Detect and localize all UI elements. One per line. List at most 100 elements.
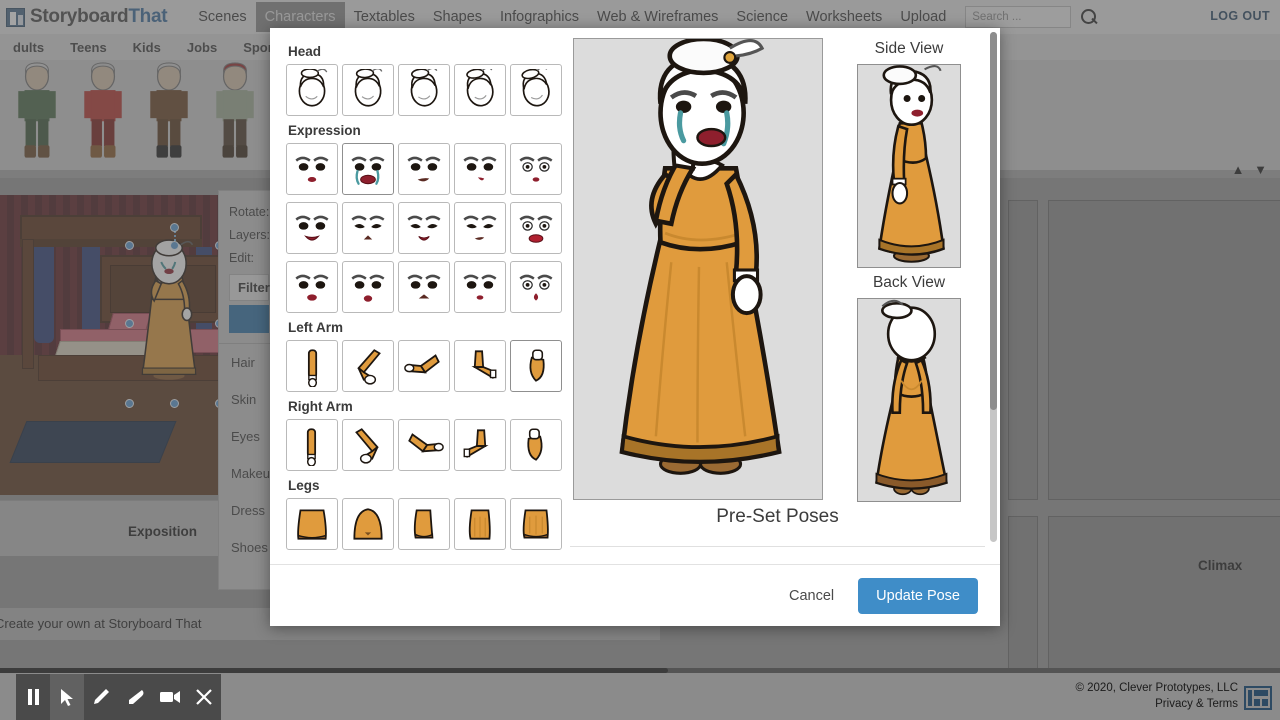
storyboard-logo-icon[interactable] (6, 7, 25, 27)
character-front-preview[interactable] (573, 38, 823, 500)
expression-option-15[interactable] (510, 261, 562, 313)
cancel-button[interactable]: Cancel (779, 580, 844, 612)
bed-curtain-left (34, 247, 54, 343)
expression-option-10[interactable] (510, 202, 562, 254)
highlighter-icon[interactable] (119, 674, 153, 720)
head-option-1[interactable] (286, 64, 338, 116)
expression-option-14[interactable] (454, 261, 506, 313)
strip-scroll-arrows[interactable]: ▲ ▼ (1232, 162, 1270, 177)
expression-option-4[interactable] (454, 143, 506, 195)
head-option-4[interactable] (454, 64, 506, 116)
expression-option-11[interactable] (286, 261, 338, 313)
legs-option-5[interactable] (510, 498, 562, 550)
right-arm-option-1[interactable] (286, 419, 338, 471)
character-thumb-knight-armor[interactable] (70, 62, 136, 166)
app-root: StoryboardThat Scenes Characters Textabl… (0, 0, 1280, 720)
update-pose-button[interactable]: Update Pose (858, 577, 978, 614)
resize-handle-tl[interactable] (125, 241, 134, 250)
rotate-handle[interactable] (170, 223, 179, 232)
filters-button[interactable]: Filters (229, 274, 277, 301)
video-progress-bar[interactable] (0, 668, 1280, 673)
head-option-5[interactable] (510, 64, 562, 116)
nav-item-scenes[interactable]: Scenes (189, 2, 255, 32)
expression-option-7[interactable] (342, 202, 394, 254)
expression-option-12[interactable] (342, 261, 394, 313)
storyboard-cell-2[interactable] (1048, 200, 1280, 500)
legs-option-4[interactable] (454, 498, 506, 550)
character-back-view[interactable] (857, 298, 961, 502)
option-row (286, 340, 570, 392)
head-option-3[interactable] (398, 64, 450, 116)
left-arm-option-2[interactable] (342, 340, 394, 392)
head-option-2[interactable] (342, 64, 394, 116)
expression-option-13[interactable] (398, 261, 450, 313)
edit-character-button[interactable] (229, 305, 269, 333)
storyboard-cell-3[interactable] (1048, 516, 1280, 670)
panel-item-dress[interactable]: Dress (229, 492, 269, 529)
option-row (286, 64, 570, 116)
expression-option-5[interactable] (510, 143, 562, 195)
pen-icon[interactable] (84, 674, 118, 720)
subnav-item-jobs[interactable]: Jobs (174, 40, 230, 55)
character-side-view[interactable] (857, 64, 961, 268)
resize-handle-tm[interactable] (170, 241, 179, 250)
legs-option-3[interactable] (398, 498, 450, 550)
resize-handle-bl[interactable] (125, 399, 134, 408)
subnav-item-kids[interactable]: Kids (120, 40, 174, 55)
expression-option-9[interactable] (454, 202, 506, 254)
storyboard-cell-narrow-1[interactable] (1008, 200, 1038, 500)
left-arm-option-1[interactable] (286, 340, 338, 392)
views-column: Side View Back View (830, 28, 990, 564)
logo-text-first: Storyboard (30, 6, 129, 27)
expression-option-2-crying[interactable] (342, 143, 394, 195)
legs-option-1[interactable] (286, 498, 338, 550)
character-thumb-old-man-brown[interactable] (136, 62, 202, 166)
panel-item-hair[interactable]: Hair (229, 344, 269, 381)
left-arm-option-5[interactable] (510, 340, 562, 392)
body-parts-column: Head Expression Left Arm Right Arm Legs (270, 28, 570, 564)
storyboard-cell-active[interactable] (0, 195, 222, 495)
option-row (286, 261, 570, 313)
logout-link[interactable]: LOG OUT (1210, 9, 1270, 23)
left-arm-option-3[interactable] (398, 340, 450, 392)
cursor-icon[interactable] (50, 674, 85, 720)
character-thumb-svg (18, 62, 56, 158)
panel-item-eyes[interactable]: Eyes (229, 418, 269, 455)
expression-option-6[interactable] (286, 202, 338, 254)
storyboard-cell-narrow-2[interactable] (1008, 516, 1038, 670)
close-icon[interactable] (187, 674, 221, 720)
panel-item-shoes[interactable]: Shoes (229, 529, 269, 566)
brand-logo[interactable]: StoryboardThat (30, 6, 168, 28)
resize-handle-bm[interactable] (170, 399, 179, 408)
left-arm-option-4[interactable] (454, 340, 506, 392)
option-row (286, 143, 570, 195)
pause-icon[interactable] (16, 674, 50, 720)
right-arm-option-5[interactable] (510, 419, 562, 471)
right-arm-option-3[interactable] (398, 419, 450, 471)
section-label-legs: Legs (288, 478, 320, 493)
layout-icon[interactable] (1244, 686, 1272, 710)
preset-poses-section: Pre-Set Poses (570, 506, 985, 547)
panel-item-makeup[interactable]: Makeup (229, 455, 277, 492)
search-input[interactable]: Search ... (965, 6, 1072, 28)
privacy-terms-link[interactable]: Privacy & Terms (1075, 696, 1238, 712)
resize-handle-ml[interactable] (125, 319, 134, 328)
expression-option-3[interactable] (398, 143, 450, 195)
subnav-item-teens[interactable]: Teens (57, 40, 120, 55)
character-thumb-pirate-red-bandana[interactable] (202, 62, 268, 166)
character-front-svg (619, 39, 782, 475)
subnav-item-adults[interactable]: dults (0, 40, 57, 55)
expression-option-8[interactable] (398, 202, 450, 254)
character-thumb-soldier-green[interactable] (4, 62, 70, 166)
camera-icon[interactable] (153, 674, 187, 720)
panel-item-skin[interactable]: Skin (229, 381, 269, 418)
canvas-character[interactable] (130, 237, 208, 393)
right-arm-option-2[interactable] (342, 419, 394, 471)
legs-option-2[interactable] (342, 498, 394, 550)
right-arm-option-4[interactable] (454, 419, 506, 471)
modal-scrollbar[interactable] (990, 32, 997, 542)
option-row (286, 498, 570, 550)
modal-scrollbar-thumb (990, 32, 997, 410)
search-icon[interactable] (1081, 8, 1098, 26)
expression-option-1[interactable] (286, 143, 338, 195)
